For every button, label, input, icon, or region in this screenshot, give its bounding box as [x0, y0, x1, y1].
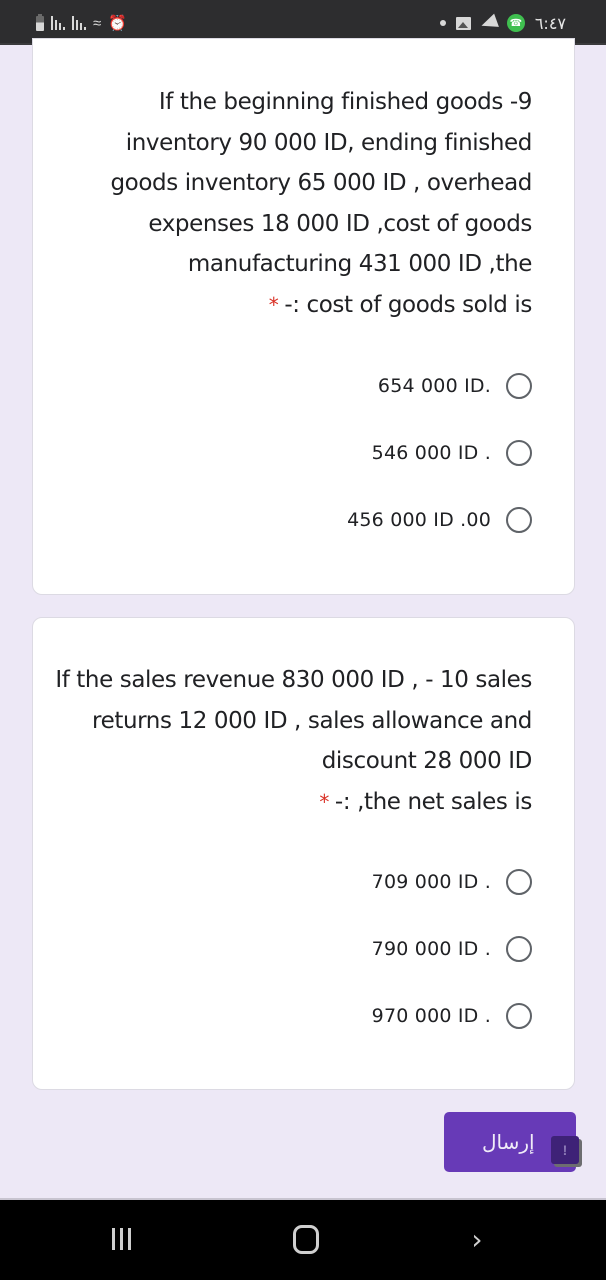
- option-item[interactable]: 970 000 ID .: [372, 1001, 532, 1031]
- question-body: If the sales revenue 830 000 ID , - 10 s…: [55, 667, 532, 774]
- option-label: 654 000 ID.: [377, 375, 491, 397]
- status-right-icons: ☎ ٦:٤٧: [439, 12, 566, 34]
- feedback-icon[interactable]: !: [551, 1136, 579, 1164]
- required-asterisk: *: [319, 789, 329, 814]
- whatsapp-icon: ☎: [506, 14, 525, 32]
- radio-button[interactable]: [506, 373, 532, 399]
- option-label: 970 000 ID .: [371, 1005, 491, 1027]
- option-item[interactable]: 456 000 ID .00: [347, 505, 532, 535]
- home-button[interactable]: [291, 1224, 321, 1254]
- option-label: 456 000 ID .00: [347, 509, 491, 531]
- status-left-icons: ≈ ⏰: [36, 12, 127, 34]
- question-card-10: If the sales revenue 830 000 ID , - 10 s…: [32, 617, 575, 1090]
- question-text: If the beginning finished goods -9 inven…: [52, 82, 532, 325]
- home-icon: [293, 1224, 319, 1254]
- question-ending: -: ,the net sales is: [334, 788, 532, 815]
- question-card-9: If the beginning finished goods -9 inven…: [32, 38, 575, 595]
- question-body: If the beginning finished goods -9 inven…: [110, 89, 532, 277]
- option-label: 709 000 ID .: [371, 871, 491, 893]
- signal-icon: [51, 16, 65, 30]
- wifi-icon: ≈: [93, 14, 102, 32]
- radio-button[interactable]: [506, 936, 532, 962]
- option-label: 546 000 ID .: [371, 442, 491, 464]
- alarm-icon: ⏰: [108, 14, 127, 32]
- chevron-right-icon: ›: [471, 1222, 483, 1256]
- radio-button[interactable]: [506, 440, 532, 466]
- radio-button[interactable]: [506, 507, 532, 533]
- recents-button[interactable]: [106, 1224, 136, 1254]
- notification-dot-icon: [439, 20, 446, 26]
- status-time: ٦:٤٧: [534, 13, 566, 33]
- navigation-bar: ›: [0, 1198, 606, 1280]
- required-asterisk: *: [268, 292, 279, 317]
- signal-icon: [72, 16, 86, 30]
- question-ending: -: cost of goods sold is: [284, 291, 532, 318]
- option-label: 790 000 ID .: [371, 938, 491, 960]
- option-item[interactable]: 790 000 ID .: [372, 934, 532, 964]
- gallery-icon: [455, 16, 471, 30]
- option-item[interactable]: 546 000 ID .: [372, 438, 532, 468]
- option-item[interactable]: 709 000 ID .: [372, 867, 532, 897]
- battery-icon: [36, 13, 44, 31]
- option-item[interactable]: 654 000 ID.: [378, 371, 532, 401]
- telegram-icon: [478, 13, 499, 33]
- radio-button[interactable]: [506, 1003, 532, 1029]
- radio-button[interactable]: [506, 869, 532, 895]
- question-text: If the sales revenue 830 000 ID , - 10 s…: [52, 660, 532, 822]
- back-button[interactable]: ›: [462, 1222, 492, 1256]
